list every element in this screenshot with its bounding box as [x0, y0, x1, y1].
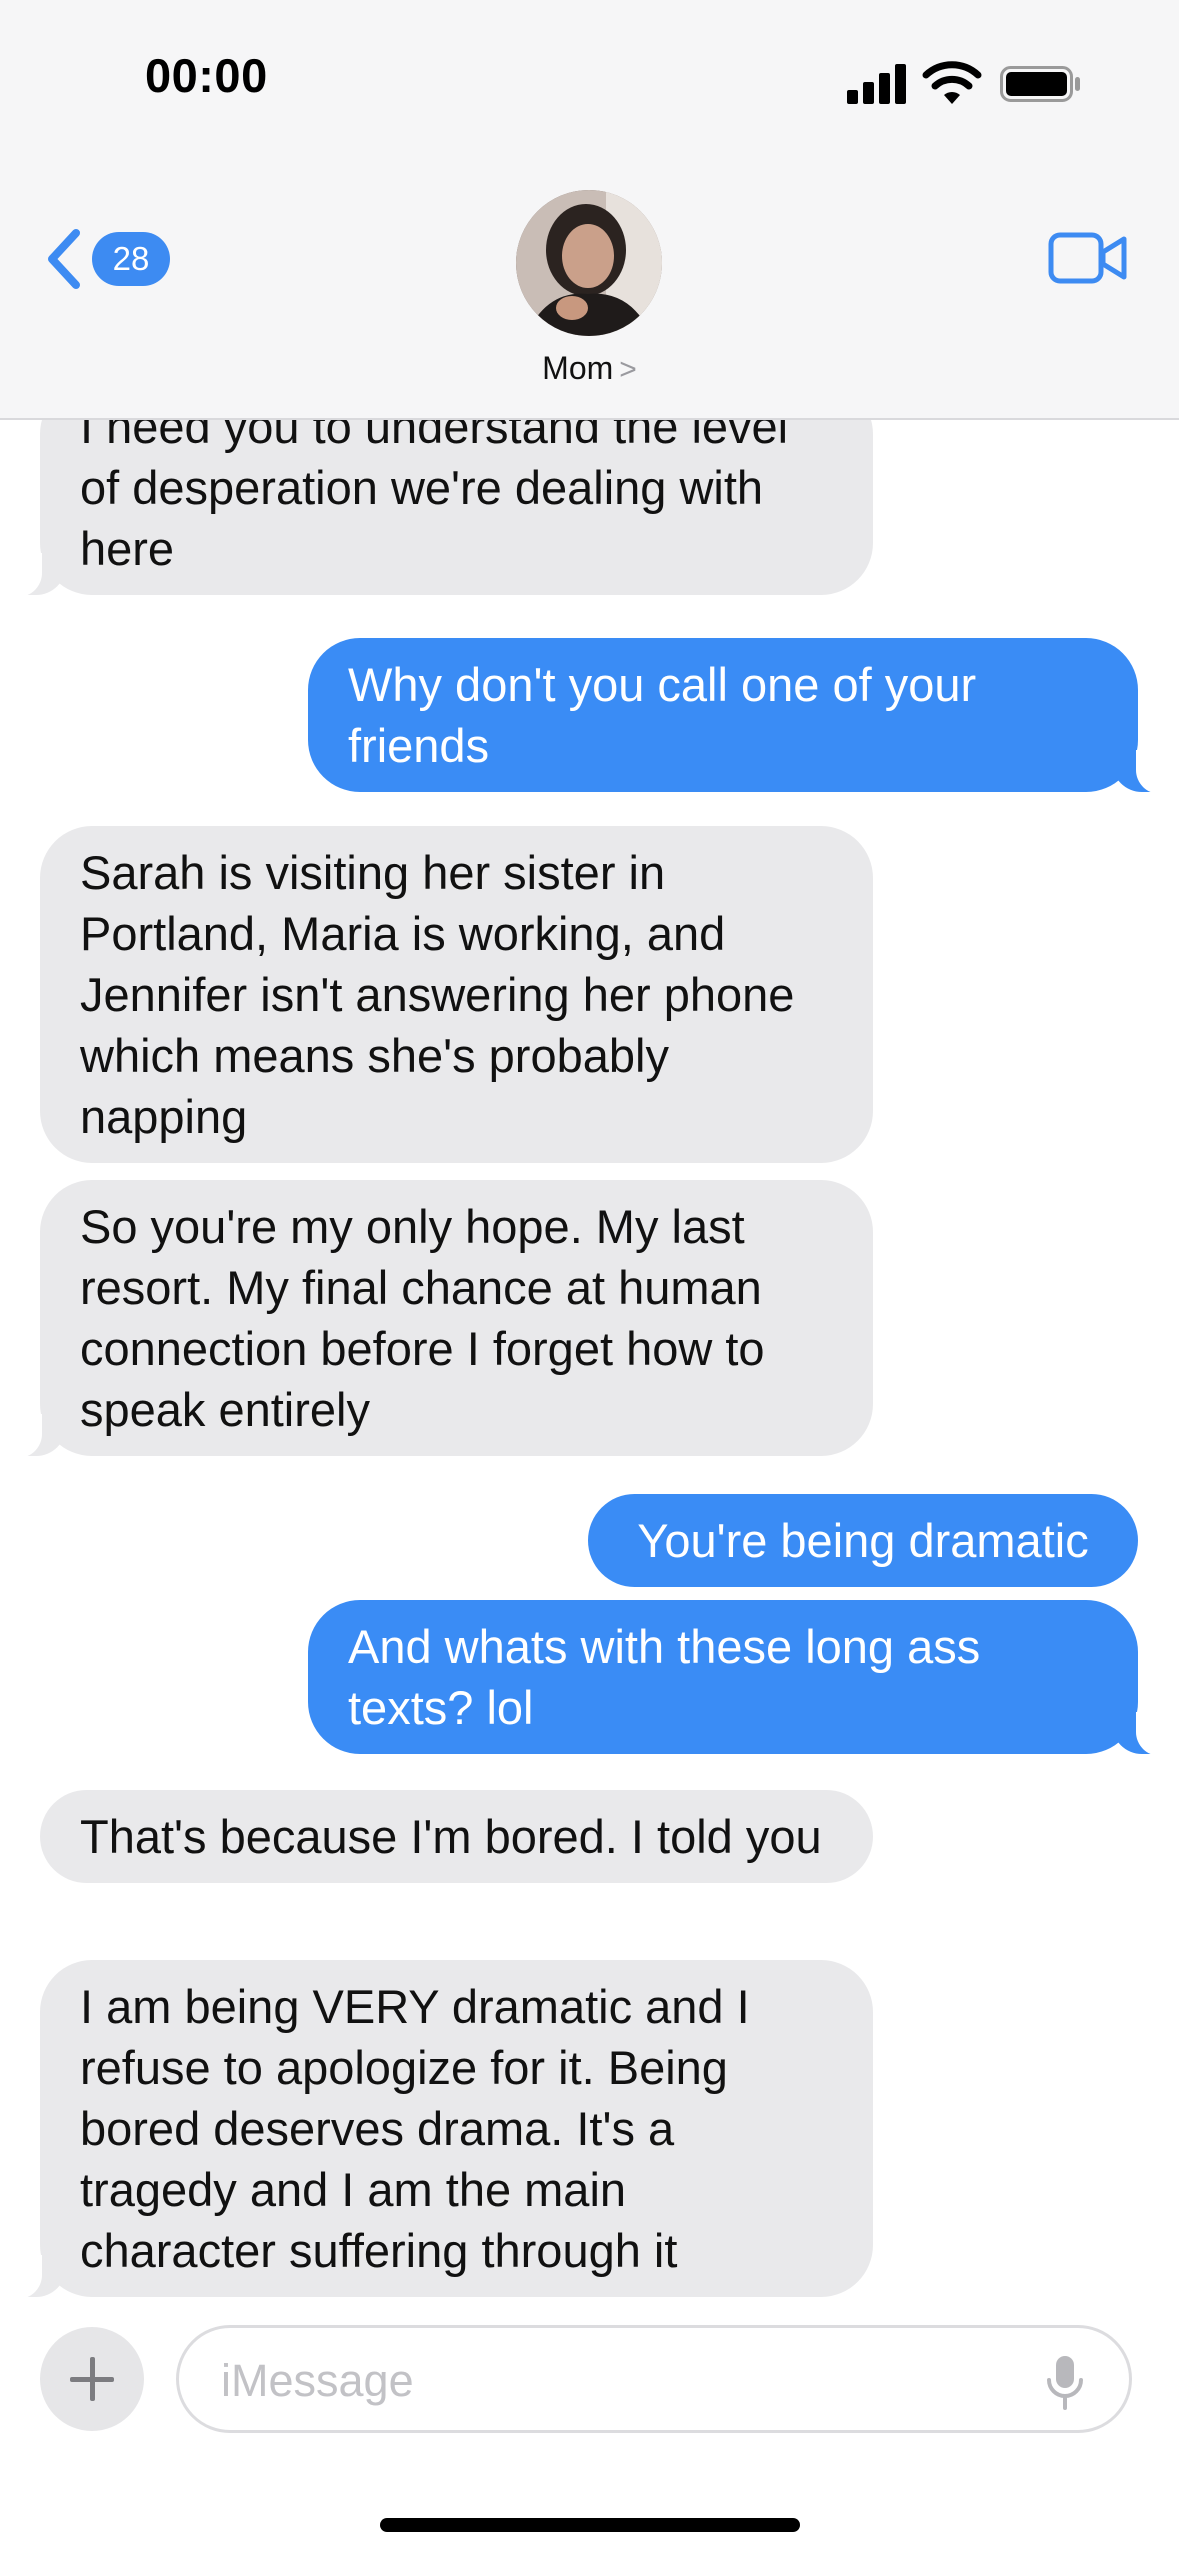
avatar-photo [516, 190, 662, 336]
message-incoming[interactable]: I am being VERY dramatic and I refuse to… [0, 1960, 873, 2299]
plus-icon[interactable] [40, 2327, 144, 2431]
message-text: Sarah is visiting her sister in Portland… [80, 846, 795, 1143]
signal-icon [847, 64, 907, 104]
contact-name-button[interactable]: Mom > [0, 350, 1179, 387]
back-chevron-icon [48, 229, 80, 289]
message-input-container[interactable] [176, 2325, 1132, 2433]
message-outgoing[interactable]: You're being dramatic [588, 1494, 1138, 1587]
message-incoming[interactable]: So you're my only hope. My last resort. … [0, 1180, 873, 1458]
back-button[interactable]: 28 [44, 222, 174, 292]
conversation-header: 00:00 28 Mom > [0, 0, 1179, 420]
message-incoming[interactable]: Sarah is visiting her sister in Portland… [40, 826, 873, 1163]
message-text: And whats with these long ass texts? lol [348, 1620, 981, 1734]
video-camera-icon[interactable] [1048, 230, 1128, 286]
message-incoming[interactable]: That's because I'm bored. I told you [40, 1790, 873, 1883]
message-outgoing[interactable]: Why don't you call one of your friends [308, 638, 1179, 794]
message-input[interactable] [219, 2350, 1003, 2412]
battery-icon [1000, 66, 1080, 102]
microphone-icon[interactable] [1045, 2354, 1085, 2412]
message-text: I am being VERY dramatic and I refuse to… [80, 1980, 750, 2277]
home-indicator[interactable] [380, 2518, 800, 2532]
message-outgoing[interactable]: And whats with these long ass texts? lol [308, 1600, 1179, 1756]
message-text: Why don't you call one of your friends [348, 658, 977, 772]
unread-count-badge: 28 [92, 232, 170, 286]
message-text: You're being dramatic [637, 1514, 1089, 1567]
message-text: I need you to understand the level of de… [80, 400, 789, 575]
message-text: That's because I'm bored. I told you [80, 1810, 822, 1863]
contact-avatar[interactable] [516, 190, 662, 336]
message-text: So you're my only hope. My last resort. … [80, 1200, 765, 1436]
chevron-right-icon: > [619, 353, 637, 386]
status-time: 00:00 [145, 49, 268, 102]
contact-name: Mom [542, 350, 614, 386]
wifi-icon [922, 61, 982, 104]
